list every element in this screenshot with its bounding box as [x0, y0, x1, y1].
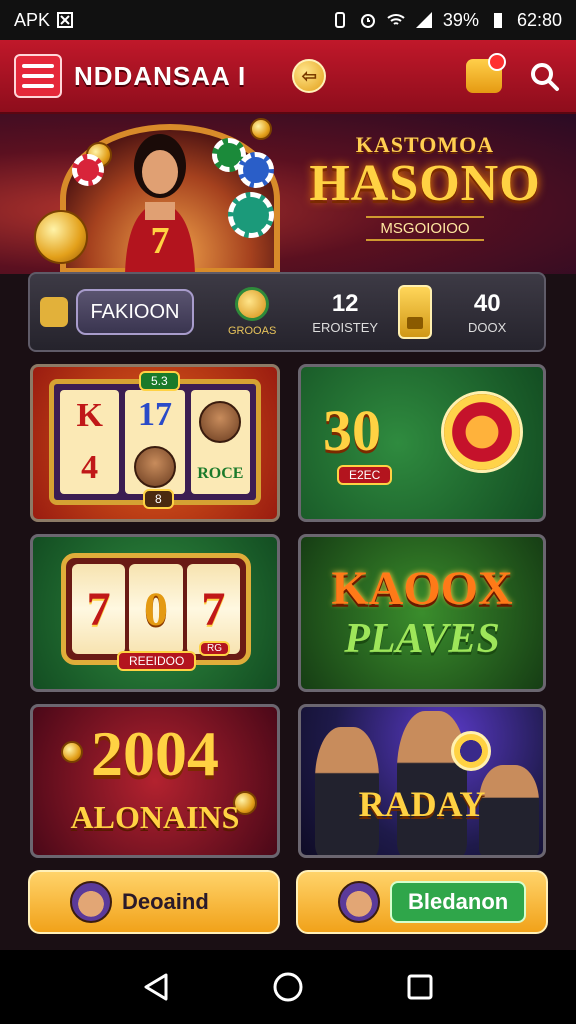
player-badge[interactable]: GROOAS	[228, 287, 276, 337]
home-button[interactable]	[268, 967, 308, 1007]
game-tile-2004[interactable]: 2004 ALONAINS	[30, 704, 280, 858]
casino-chip-image	[228, 192, 274, 238]
deposit-button-label: Deoaind	[122, 889, 209, 914]
player-face-image	[199, 401, 242, 443]
casino-chip-image	[238, 152, 274, 188]
medal-icon	[235, 287, 270, 321]
wallet-icon[interactable]	[40, 297, 68, 327]
battery-icon	[493, 13, 502, 28]
coin-button[interactable]: ⇦	[292, 59, 327, 93]
slot-column: K 4	[60, 390, 120, 494]
reel-tag-right: RG	[199, 641, 230, 656]
redeem-button-label: Bledanon	[390, 881, 527, 923]
tile-tag: E2EC	[337, 465, 393, 485]
gold-bar-icon[interactable]	[398, 285, 433, 339]
reel-tag-left: REEIDOO	[117, 651, 197, 671]
gold-coin-image	[34, 210, 88, 264]
slot-column: 17	[125, 390, 185, 494]
status-bar: APK 39% 62:80	[0, 0, 576, 40]
tile-top-tag: 5.3	[139, 371, 180, 391]
slot-symbol: ROCE	[197, 465, 244, 482]
badge-label: GROOAS	[228, 325, 277, 337]
deposit-button[interactable]: Deoaind	[28, 870, 280, 934]
game-tile-players[interactable]: KAOOX PLAVES	[298, 534, 546, 692]
menu-button[interactable]	[14, 54, 62, 98]
game-tile-slots[interactable]: K 4 17 ROCE 5.3 8	[30, 364, 280, 522]
game-tile-reels[interactable]: 7 0 7 REEIDOO RG	[30, 534, 280, 692]
shopping-bag-icon[interactable]	[466, 53, 506, 93]
roulette-coin-icon	[441, 391, 523, 473]
slot-frame: K 4 17 ROCE	[49, 379, 261, 505]
battery-percent: 39%	[442, 9, 479, 30]
search-button[interactable]	[526, 58, 562, 94]
alarm-icon	[360, 14, 375, 28]
gold-ring-icon	[451, 731, 491, 771]
app-title: NDDANSAA I	[74, 60, 247, 91]
stat-one-value: 12	[331, 289, 359, 317]
coin-icon: ⇦	[301, 65, 317, 86]
gold-coin-image	[250, 118, 272, 140]
search-icon	[531, 63, 559, 91]
notification-icon	[57, 12, 74, 28]
hero-subtitle: MSGOIOIOO	[366, 216, 484, 241]
tile-subline: ALONAINS	[70, 799, 240, 835]
hamburger-line	[22, 84, 54, 88]
hamburger-line	[22, 74, 54, 78]
wifi-icon	[387, 14, 405, 25]
status-right: 39% 62:80	[331, 10, 562, 31]
hero-banner[interactable]: 7 KASTOMOA HASONO MSGOIOIOO	[0, 114, 576, 274]
hamburger-icon	[22, 64, 54, 68]
slot-symbol: 4	[81, 449, 99, 486]
game-tile-bonus-30[interactable]: 30 E2EC	[298, 364, 546, 522]
vibrate-icon	[334, 12, 345, 28]
avatar-icon	[338, 881, 380, 923]
slot-symbol: K	[76, 397, 103, 434]
tile-headline: KAOOX	[331, 562, 513, 615]
hero-title: HASONO	[309, 155, 541, 212]
signal-icon	[415, 12, 432, 28]
player-face-image	[133, 446, 176, 488]
player-info-bar: FAKIOON GROOAS 12 EROISTEY 40 DOOX	[28, 272, 546, 352]
slot-column: ROCE	[190, 390, 250, 494]
hostess-illustration: 7	[125, 134, 195, 274]
reel: 0	[129, 564, 183, 654]
recents-button[interactable]	[400, 967, 440, 1007]
stat-two-value: 40	[473, 289, 501, 317]
hero-figure-badge: 7	[151, 220, 170, 262]
casino-chip-image	[72, 154, 104, 186]
stat-two: 40 DOOX	[468, 290, 506, 335]
stat-one: 12 EROISTEY	[312, 290, 378, 335]
reel: 7	[72, 564, 126, 654]
status-time: 62:80	[516, 9, 562, 30]
header-actions	[466, 53, 562, 94]
recents-icon	[407, 974, 433, 1000]
stat-two-label: DOOX	[468, 319, 507, 335]
hero-title-block: KASTOMOA HASONO MSGOIOIOO	[300, 132, 550, 241]
redeem-button[interactable]: Bledanon	[296, 870, 548, 934]
game-tile-raday[interactable]: RADAY	[298, 704, 546, 858]
status-app-label: APK	[14, 9, 51, 30]
tile-subline: PLAVES	[344, 616, 500, 662]
back-icon	[144, 973, 168, 1001]
tile-headline: 2004	[91, 718, 219, 789]
avatar-icon	[70, 881, 112, 923]
slot-symbol: 17	[137, 396, 172, 433]
tile-bottom-tag: 8	[143, 489, 174, 509]
system-nav-bar	[0, 950, 576, 1024]
back-button[interactable]	[136, 967, 176, 1007]
tile-headline: RADAY	[358, 784, 486, 824]
tile-big-number: 30	[323, 398, 381, 463]
home-icon	[273, 972, 303, 1002]
app-header: NDDANSAA I ⇦	[0, 40, 576, 114]
player-name-button[interactable]: FAKIOON	[76, 289, 194, 335]
stat-one-label: EROISTEY	[312, 319, 379, 335]
status-left: APK	[14, 10, 74, 31]
